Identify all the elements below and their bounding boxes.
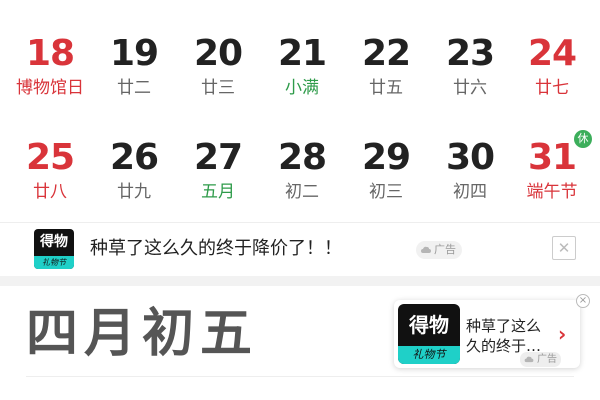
day-number: 27 xyxy=(193,137,243,178)
day-lunar-label: 初二 xyxy=(285,182,319,202)
close-icon[interactable]: ✕ xyxy=(552,236,576,260)
day-lunar-label: 小满 xyxy=(285,78,319,98)
ad-logo: 得物 礼物节 xyxy=(398,304,460,364)
logo-text: 得物 xyxy=(409,313,449,337)
logo-subtext: 礼物节 xyxy=(34,256,74,269)
day-number: 21 xyxy=(277,33,327,74)
ad-text[interactable]: 种草了这么久的终于降价了！！ xyxy=(90,236,342,262)
cloud-icon xyxy=(421,246,431,253)
ad-tag: 广告 xyxy=(520,352,561,367)
day-lunar-label: 初四 xyxy=(453,182,487,202)
ad-tag-label: 广告 xyxy=(537,354,557,365)
day-number: 29 xyxy=(361,137,411,178)
day-lunar-label: 廿二 xyxy=(117,78,151,98)
floating-ad-card[interactable]: 得物 礼物节 种草了这么久的终于… › 广告 xyxy=(394,300,580,368)
day-number: 24 xyxy=(527,33,577,74)
ad-banner[interactable]: 得物 礼物节 种草了这么久的终于降价了！！ 广告 ✕ xyxy=(0,222,600,274)
lunar-date-title: 四月初五 xyxy=(26,303,259,364)
day-cell[interactable]: 23 廿六 xyxy=(428,32,512,112)
day-lunar-label: 廿七 xyxy=(535,78,569,98)
calendar-week-1: 18 博物馆日 19 廿二 20 廿三 21 小满 22 廿五 23 廿六 24 廿七 xyxy=(0,32,600,112)
day-cell[interactable]: 28 初二 xyxy=(260,136,344,216)
day-lunar-label: 五月 xyxy=(201,182,235,202)
day-number: 20 xyxy=(193,33,243,74)
floating-ad-text[interactable]: 种草了这么久的终于… xyxy=(466,316,554,356)
day-cell[interactable]: 19 廿二 xyxy=(92,32,176,112)
day-cell[interactable]: 21 小满 xyxy=(260,32,344,112)
close-icon[interactable]: × xyxy=(576,294,590,308)
day-lunar-label: 端午节 xyxy=(526,182,578,202)
day-cell[interactable]: 18 博物馆日 xyxy=(8,32,92,112)
day-lunar-label: 廿五 xyxy=(369,78,403,98)
day-lunar-label: 廿三 xyxy=(201,78,235,98)
calendar-week-2: 25 廿八 26 廿九 27 五月 28 初二 29 初三 30 初四 休 31 端午节 xyxy=(0,130,600,216)
day-number: 23 xyxy=(445,33,495,74)
day-number: 28 xyxy=(277,137,327,178)
holiday-badge: 休 xyxy=(574,130,592,148)
logo-text: 得物 xyxy=(40,234,68,250)
day-lunar-label: 廿八 xyxy=(33,182,67,202)
day-number: 22 xyxy=(361,33,411,74)
day-number: 30 xyxy=(445,137,495,178)
section-divider xyxy=(0,276,600,286)
day-lunar-label: 廿六 xyxy=(453,78,487,98)
day-cell[interactable]: 20 廿三 xyxy=(176,32,260,112)
day-cell[interactable]: 26 廿九 xyxy=(92,136,176,216)
day-cell[interactable]: 22 廿五 xyxy=(344,32,428,112)
chevron-right-icon[interactable]: › xyxy=(558,324,572,344)
ad-logo: 得物 礼物节 xyxy=(34,229,74,269)
day-number: 18 xyxy=(25,33,75,74)
day-number: 19 xyxy=(109,33,159,74)
divider-line xyxy=(26,376,574,377)
day-number: 25 xyxy=(25,137,75,178)
cloud-icon xyxy=(524,356,534,363)
logo-subtext: 礼物节 xyxy=(398,346,460,364)
day-cell[interactable]: 30 初四 xyxy=(428,136,512,216)
day-lunar-label: 初三 xyxy=(369,182,403,202)
day-cell[interactable]: 27 五月 xyxy=(176,136,260,216)
day-cell[interactable]: 29 初三 xyxy=(344,136,428,216)
day-cell[interactable]: 休 31 端午节 xyxy=(510,130,594,216)
day-number: 26 xyxy=(109,137,159,178)
day-cell[interactable]: 25 廿八 xyxy=(8,136,92,216)
day-lunar-label: 廿九 xyxy=(117,182,151,202)
day-cell[interactable]: 24 廿七 xyxy=(510,32,594,112)
ad-tag: 广告 xyxy=(416,241,462,259)
day-lunar-label: 博物馆日 xyxy=(16,78,84,98)
ad-tag-label: 广告 xyxy=(434,243,456,256)
